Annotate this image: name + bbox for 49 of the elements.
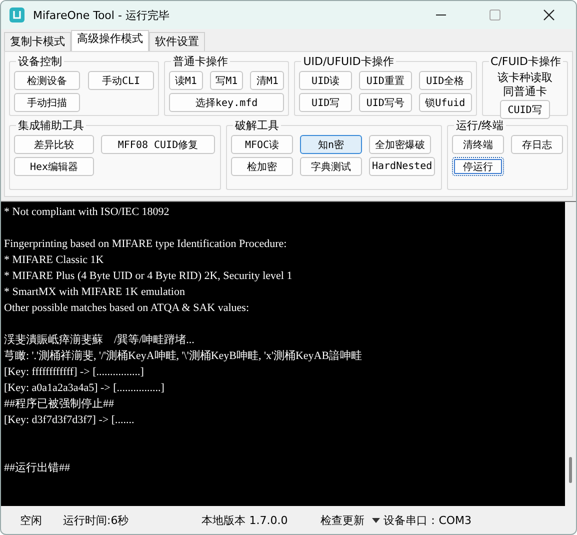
file-select-button[interactable]: 选择key.mfd (169, 93, 284, 112)
group-title: C/FUID卡操作 (490, 54, 562, 69)
tool-button[interactable]: UID写 (299, 93, 352, 112)
port-selector[interactable]: 设备串口：COM3 (384, 512, 472, 528)
tool-button[interactable]: MFF08 CUID修复 (101, 135, 215, 154)
tool-button[interactable]: 手动扫描 (14, 93, 80, 112)
tool-button[interactable]: 清M1 (250, 71, 284, 90)
tool-button[interactable]: 差异比较 (14, 135, 94, 154)
tool-button[interactable]: CUID写 (500, 100, 550, 119)
runtime-text: 运行时间:6秒 (63, 512, 129, 528)
tool-button[interactable]: 检加密 (231, 157, 293, 176)
tool-button[interactable]: 读M1 (169, 71, 203, 90)
note-text: 该卡种读取 (497, 71, 552, 85)
tool-button[interactable]: 知n密 (300, 135, 362, 154)
tool-button[interactable]: UID读 (299, 71, 352, 90)
tool-button[interactable]: 清终端 (452, 135, 504, 154)
app-icon (9, 7, 25, 23)
tool-button[interactable]: 手动CLI (88, 71, 154, 90)
group-title: 设备控制 (17, 54, 63, 69)
window-title: MifareOne Tool - 运行完毕 (33, 8, 170, 22)
tool-button[interactable]: 写M1 (210, 71, 244, 90)
tool-button[interactable]: MFOC读 (231, 135, 293, 154)
note-text: 同普通卡 (502, 85, 547, 99)
tab[interactable]: 复制卡模式 (4, 32, 71, 51)
tool-button[interactable]: Hex编辑器 (14, 157, 94, 176)
group-title: 破解工具 (234, 118, 280, 133)
tool-button[interactable]: 存日志 (511, 135, 563, 154)
caret-icon[interactable] (372, 518, 380, 522)
update-link[interactable]: 检查更新 (320, 512, 365, 528)
tool-button[interactable]: 全加密爆破 (369, 135, 431, 154)
tool-button[interactable]: 停运行 (452, 157, 504, 176)
tool-button[interactable]: 字典测试 (300, 157, 362, 176)
tool-button[interactable]: HardNested (369, 157, 436, 176)
tool-button[interactable]: 检测设备 (14, 71, 80, 90)
group-title: UID/UFUID卡操作 (302, 54, 395, 69)
close-icon[interactable] (543, 9, 555, 21)
tool-button[interactable]: 锁Ufuid (418, 93, 472, 112)
status-text: 空闲 (20, 512, 42, 528)
terminal-output: * Not compliant with ISO/IEC 18092 Fingerprinting based on MIFARE type Identification Procedure: * MIFARE Classic 1K * MIFARE Plus (4 Byte UID or 4 Byte RID) 2K, Security level 1 * SmartMX with MIFARE 1K emulation Other possible matches based on ATQA & SAK values: 渓斐潰賑岻瘁湔斐蘇 /巽等/呻畦蹐堵... 芎瞰: '.'測桶祥湔斐, '/'測桶KeyA呻畦, '\'測桶KeyB呻畦, 'x'測桶KeyAB諳呻畦 [Key: ffffffffffff] -> [................] [Key: a0a1a2a3a4a5] -> [................] ##程序已被强制停止## [Key: d3f7d3f7d3f7] -> [....... ##运行出错## (3, 205, 364, 476)
version-text: 本地版本 1.7.0.0 (202, 512, 288, 528)
tool-button[interactable]: UID全格 (418, 71, 472, 90)
tab[interactable]: 高级操作模式 (71, 30, 149, 51)
tool-button[interactable]: UID写号 (358, 93, 412, 112)
tool-button[interactable]: UID重置 (358, 71, 412, 90)
tab[interactable]: 软件设置 (149, 32, 205, 51)
group-title: 运行/终端 (455, 118, 505, 133)
scroll-bar[interactable] (565, 202, 576, 506)
group-title: 集成辅助工具 (17, 118, 85, 133)
group-title: 普通卡操作 (172, 54, 229, 69)
